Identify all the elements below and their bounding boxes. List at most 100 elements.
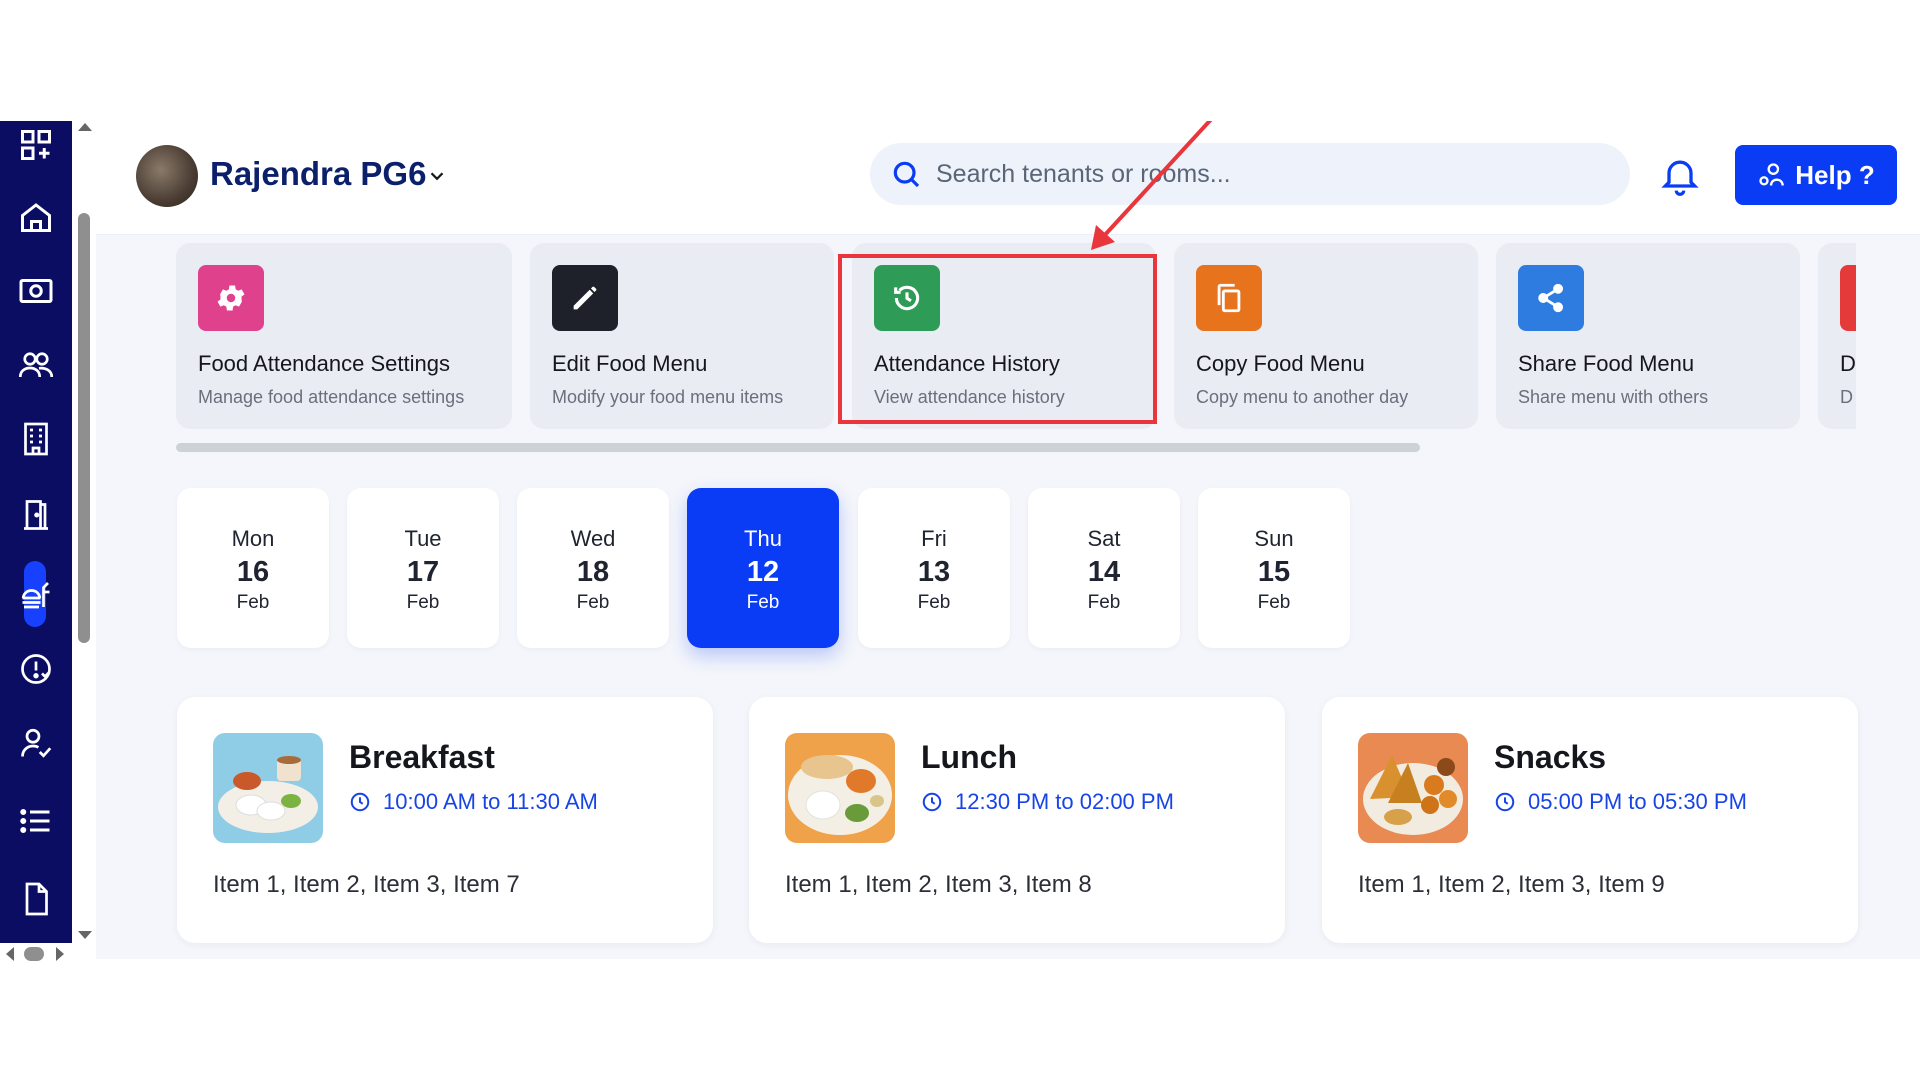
clock-icon [350, 792, 370, 812]
help-button-label: Help ? [1795, 159, 1875, 190]
sidebar-item-list[interactable] [14, 799, 58, 843]
sidebar-scrollbar[interactable] [74, 121, 96, 943]
clock-icon [922, 792, 942, 812]
help-button[interactable]: Help ? [1735, 145, 1897, 205]
chevron-down-icon[interactable] [426, 165, 448, 187]
staff-icon [21, 728, 52, 758]
top-bar: Rajendra PG6 Help ? [96, 121, 1920, 235]
sidebar-item-food[interactable] [14, 573, 58, 617]
day-name: Mon [231, 526, 275, 551]
meal-card-lunch[interactable]: Lunch 12:30 PM to 02:00 PM Item 1, Item … [749, 697, 1285, 943]
bell-icon[interactable] [1658, 153, 1702, 197]
main-content: Rajendra PG6 Help ? Food Attendance Sett… [96, 121, 1920, 959]
day-date: 14 [1087, 556, 1121, 588]
scrollbar-thumb[interactable] [78, 213, 90, 643]
day-chip-sat[interactable]: Sat 14 Feb [1028, 488, 1180, 648]
day-month: Feb [746, 592, 780, 613]
day-name: Thu [744, 526, 782, 551]
scroll-up-arrow-icon[interactable] [78, 123, 92, 131]
day-date: 13 [917, 556, 951, 588]
payments-icon [19, 279, 53, 303]
property-avatar[interactable] [136, 145, 198, 207]
action-title: Copy Food Menu [1196, 351, 1365, 376]
meal-card-breakfast[interactable]: Breakfast 10:00 AM to 11:30 AM Item 1, I… [177, 697, 713, 943]
action-icon-tile [552, 265, 618, 331]
meal-time-label: 10:00 AM to 11:30 AM [383, 789, 598, 814]
action-card-partial[interactable]: D D [1818, 243, 1856, 429]
day-month: Feb [1087, 592, 1121, 613]
action-icon-tile [1518, 265, 1584, 331]
day-name: Wed [570, 526, 616, 551]
meal-time-label: 12:30 PM to 02:00 PM [955, 789, 1174, 814]
actions-scrollbar[interactable] [176, 443, 1420, 452]
meal-name: Snacks [1494, 739, 1607, 775]
day-month: Feb [576, 592, 610, 613]
scroll-left-arrow-icon[interactable] [6, 947, 14, 961]
action-title: Food Attendance Settings [198, 351, 450, 376]
search-icon [893, 161, 920, 188]
action-title: Edit Food Menu [552, 351, 708, 376]
pencil-icon [573, 286, 597, 310]
sidebar-nav [0, 121, 72, 943]
horizontal-scrollbar-thumb[interactable] [24, 947, 44, 961]
meal-items: Item 1, Item 2, Item 3, Item 8 [785, 871, 1092, 898]
building-icon [24, 422, 48, 456]
sidebar-item-rooms[interactable] [14, 493, 58, 537]
gear-icon [217, 285, 245, 311]
tenants-icon [18, 352, 54, 378]
horizontal-scrollbar[interactable] [0, 943, 72, 965]
scroll-right-arrow-icon[interactable] [56, 947, 64, 961]
sidebar-item-buildings[interactable] [14, 417, 58, 461]
action-card-share-food-menu[interactable]: Share Food Menu Share menu with others [1496, 243, 1800, 429]
day-chip-fri[interactable]: Fri 13 Feb [858, 488, 1010, 648]
sidebar-item-tenants[interactable] [14, 343, 58, 387]
meal-items: Item 1, Item 2, Item 3, Item 9 [1358, 871, 1665, 898]
sidebar-item-payments[interactable] [14, 269, 58, 313]
action-card-edit-food-menu[interactable]: Edit Food Menu Modify your food menu ite… [530, 243, 834, 429]
complaints-icon [21, 654, 51, 684]
annotation-highlight-box [838, 254, 1157, 424]
meal-name: Breakfast [349, 739, 495, 775]
clock-icon [1495, 792, 1515, 812]
meal-time-label: 05:00 PM to 05:30 PM [1528, 789, 1747, 814]
property-name[interactable]: Rajendra PG6 [210, 155, 426, 193]
day-chip-sun[interactable]: Sun 15 Feb [1198, 488, 1350, 648]
action-icon-tile [1196, 265, 1262, 331]
rooms-door-icon [24, 500, 48, 530]
day-name: Sun [1254, 526, 1294, 551]
meal-time: 12:30 PM to 02:00 PM [921, 789, 1174, 815]
meal-time: 05:00 PM to 05:30 PM [1494, 789, 1747, 815]
action-title: D [1840, 351, 1856, 376]
action-subtitle: Manage food attendance settings [198, 387, 465, 407]
help-people-icon [1759, 163, 1785, 186]
action-icon-tile [198, 265, 264, 331]
day-chip-tue[interactable]: Tue 17 Feb [347, 488, 499, 648]
meal-card-snacks[interactable]: Snacks 05:00 PM to 05:30 PM Item 1, Item… [1322, 697, 1858, 943]
sidebar-item-home[interactable] [14, 195, 58, 239]
action-card-copy-food-menu[interactable]: Copy Food Menu Copy menu to another day [1174, 243, 1478, 429]
sidebar-item-documents[interactable] [14, 877, 58, 921]
action-card-food-attendance-settings[interactable]: Food Attendance Settings Manage food att… [176, 243, 512, 429]
sidebar-item-complaints[interactable] [14, 647, 58, 691]
sidebar-item-dashboard[interactable] [14, 123, 58, 167]
day-chip-mon[interactable]: Mon 16 Feb [177, 488, 329, 648]
day-date: 15 [1257, 556, 1291, 588]
day-name: Sat [1087, 526, 1121, 551]
day-chip-wed[interactable]: Wed 18 Feb [517, 488, 669, 648]
day-date: 12 [746, 556, 780, 588]
action-icon-tile [1840, 265, 1856, 331]
day-date: 16 [236, 556, 270, 588]
app-window: Rajendra PG6 Help ? Food Attendance Sett… [0, 0, 1920, 1080]
action-subtitle: Copy menu to another day [1196, 387, 1409, 407]
day-month: Feb [1257, 592, 1291, 613]
search-input[interactable] [936, 153, 1596, 195]
home-icon [21, 203, 51, 232]
day-chip-thu[interactable]: Thu 12 Feb [687, 488, 839, 648]
food-menu-icon [21, 582, 50, 609]
scroll-down-arrow-icon[interactable] [78, 931, 92, 939]
share-icon [1538, 283, 1564, 313]
day-month: Feb [406, 592, 440, 613]
meal-items: Item 1, Item 2, Item 3, Item 7 [213, 871, 520, 898]
sidebar-item-staff[interactable] [14, 721, 58, 765]
breakfast-photo [213, 733, 323, 843]
